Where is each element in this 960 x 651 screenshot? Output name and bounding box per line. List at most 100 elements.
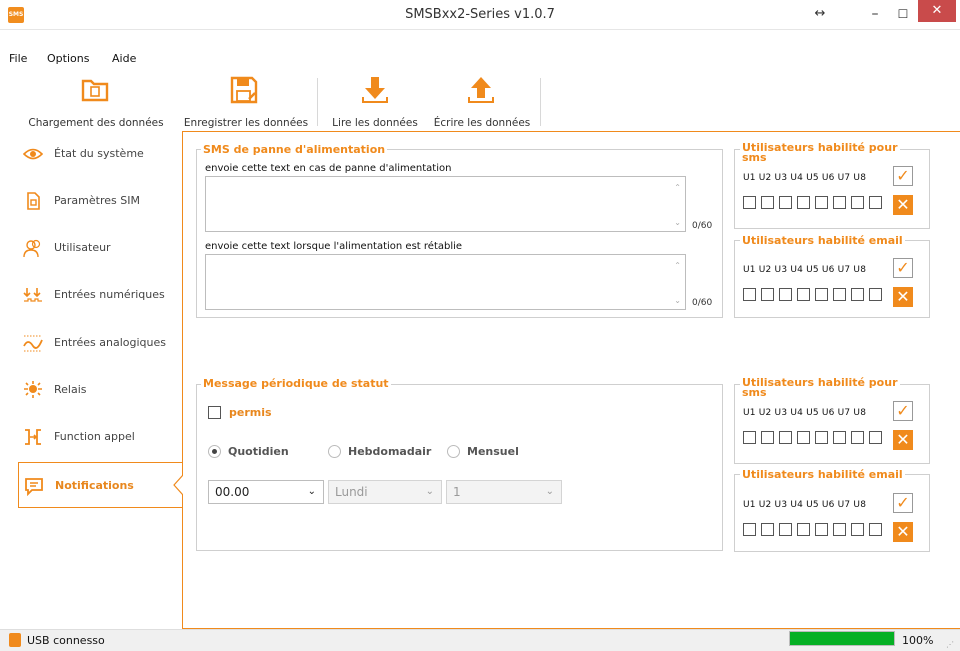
close-button[interactable]: ✕ (918, 0, 956, 22)
email-users-legend: Utilisateurs habilité email (740, 468, 905, 481)
user-checkbox-u7[interactable] (851, 523, 864, 536)
sidebar-item-system-status[interactable]: État du système (18, 131, 182, 177)
user-checkbox-u1[interactable] (743, 196, 756, 209)
save-data-label: Enregistrer les données (183, 117, 309, 129)
radio-monthly-label: Mensuel (467, 445, 519, 458)
user-checkbox-u6[interactable] (833, 196, 846, 209)
user-checkbox-u8[interactable] (869, 523, 882, 536)
users-header: U1 U2 U3 U4 U5 U6 U7 U8 (743, 173, 867, 183)
sms-users-legend: Utilisateurs habilité pour sms (740, 377, 900, 399)
date-select[interactable]: 1 ⌄ (446, 480, 562, 504)
time-select[interactable]: 00.00 ⌄ (208, 480, 324, 504)
resize-arrows-icon[interactable]: ↔ (800, 0, 840, 30)
user-checkbox-u2[interactable] (761, 288, 774, 301)
clear-x-icon[interactable]: ✕ (893, 430, 913, 450)
maximize-button[interactable]: ☐ (890, 0, 916, 30)
sidebar-item-sim-settings[interactable]: Paramètres SIM (18, 178, 182, 224)
minimize-button[interactable]: – (862, 0, 888, 30)
user-checkbox-u8[interactable] (869, 431, 882, 444)
day-select[interactable]: Lundi ⌄ (328, 480, 442, 504)
user-checkbox-u2[interactable] (761, 196, 774, 209)
power-restore-text-input[interactable]: ⌃ ⌄ (205, 254, 686, 310)
user-checkbox-u5[interactable] (815, 431, 828, 444)
user-checkbox-u4[interactable] (797, 288, 810, 301)
user-checkbox-u7[interactable] (851, 288, 864, 301)
user-checkbox-u5[interactable] (815, 523, 828, 536)
user-checkbox-u3[interactable] (779, 523, 792, 536)
progress-fill (790, 632, 894, 645)
confirm-check-icon[interactable]: ✓ (893, 493, 913, 513)
load-data-button[interactable]: Chargement des données (18, 73, 174, 129)
radio-daily-label: Quotidien (228, 445, 289, 458)
save-data-button[interactable]: Enregistrer les données (177, 73, 315, 129)
user-checkbox-u1[interactable] (743, 523, 756, 536)
permis-checkbox[interactable] (208, 406, 221, 419)
date-select-value: 1 (453, 485, 461, 499)
clear-x-icon[interactable]: ✕ (893, 522, 913, 542)
radio-daily[interactable] (208, 445, 221, 458)
permis-label: permis (229, 406, 272, 419)
user-checkbox-u5[interactable] (815, 288, 828, 301)
user-checkbox-u5[interactable] (815, 196, 828, 209)
users-icon (23, 239, 41, 258)
scroll-down-icon[interactable]: ⌄ (674, 218, 681, 227)
user-checkbox-u7[interactable] (851, 431, 864, 444)
user-checkbox-u7[interactable] (851, 196, 864, 209)
user-checkbox-u8[interactable] (869, 288, 882, 301)
toolbar-separator (317, 78, 318, 126)
scroll-up-icon[interactable]: ⌃ (674, 183, 681, 192)
user-checkbox-u2[interactable] (761, 431, 774, 444)
sidebar-item-digital-inputs[interactable]: Entrées numériques (18, 272, 182, 318)
user-checkbox-u2[interactable] (761, 523, 774, 536)
download-icon (362, 77, 388, 103)
user-checkbox-u1[interactable] (743, 431, 756, 444)
sidebar-item-user[interactable]: Utilisateur (18, 225, 182, 271)
sidebar-item-label: Paramètres SIM (54, 194, 140, 207)
upload-icon (468, 77, 494, 103)
clear-x-icon[interactable]: ✕ (893, 287, 913, 307)
eye-icon (23, 148, 43, 160)
power-fail-text-input[interactable]: ⌃ ⌄ (205, 176, 686, 232)
sidebar-item-label: État du système (54, 147, 144, 160)
user-checkbox-u4[interactable] (797, 431, 810, 444)
load-data-label: Chargement des données (28, 117, 164, 129)
resize-grip-icon[interactable]: ⋰ (946, 640, 954, 649)
power-fail-text-label: envoie cette text en cas de panne d'alim… (205, 163, 452, 174)
sidebar-item-notifications[interactable]: Notifications (18, 462, 182, 508)
read-data-button[interactable]: Lire les données (325, 73, 425, 129)
clear-x-icon[interactable]: ✕ (893, 195, 913, 215)
sidebar-item-analog-inputs[interactable]: Entrées analogiques (18, 320, 182, 366)
menu-options[interactable]: Options (47, 52, 89, 65)
scroll-down-icon[interactable]: ⌄ (674, 296, 681, 305)
user-checkbox-u6[interactable] (833, 431, 846, 444)
relay-icon (24, 381, 42, 398)
selection-pointer (173, 475, 186, 495)
user-checkbox-u1[interactable] (743, 288, 756, 301)
sidebar-item-relay[interactable]: Relais (18, 367, 182, 413)
radio-monthly[interactable] (447, 445, 460, 458)
day-select-value: Lundi (335, 485, 368, 499)
sidebar-item-label: Entrées analogiques (54, 336, 167, 349)
user-checkbox-u3[interactable] (779, 288, 792, 301)
sidebar-item-call-function[interactable]: Function appel (18, 414, 182, 460)
user-checkbox-u6[interactable] (833, 523, 846, 536)
confirm-check-icon[interactable]: ✓ (893, 258, 913, 278)
scroll-up-icon[interactable]: ⌃ (674, 261, 681, 270)
user-checkbox-row (743, 431, 889, 445)
power-restore-text-label: envoie cette text lorsque l'alimentation… (205, 241, 463, 252)
menu-file[interactable]: File (9, 52, 27, 65)
user-checkbox-u4[interactable] (797, 196, 810, 209)
usb-icon (9, 633, 21, 647)
write-data-button[interactable]: Écrire les données (428, 73, 536, 129)
user-checkbox-u6[interactable] (833, 288, 846, 301)
confirm-check-icon[interactable]: ✓ (893, 401, 913, 421)
sidebar-item-label: Relais (54, 383, 87, 396)
user-checkbox-u3[interactable] (779, 431, 792, 444)
sms-users-legend-line2: sms (742, 386, 767, 399)
confirm-check-icon[interactable]: ✓ (893, 166, 913, 186)
user-checkbox-u4[interactable] (797, 523, 810, 536)
user-checkbox-u8[interactable] (869, 196, 882, 209)
menu-aide[interactable]: Aide (112, 52, 136, 65)
radio-weekly[interactable] (328, 445, 341, 458)
user-checkbox-u3[interactable] (779, 196, 792, 209)
